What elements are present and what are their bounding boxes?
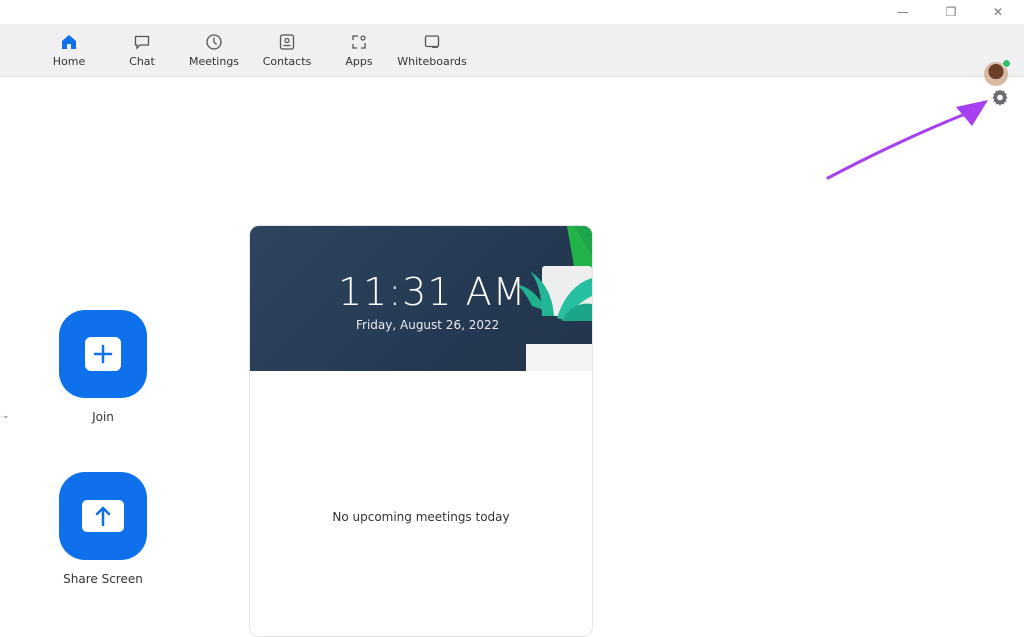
upload-arrow-icon — [82, 500, 124, 532]
whiteboard-icon — [422, 32, 442, 52]
tab-label: Home — [52, 55, 86, 68]
close-icon: ✕ — [992, 5, 1004, 19]
join-button[interactable] — [59, 310, 147, 398]
apps-icon — [349, 32, 369, 52]
share-screen-button[interactable] — [59, 472, 147, 560]
contact-card-icon — [277, 32, 297, 52]
no-meetings-message: No upcoming meetings today — [332, 510, 510, 524]
current-date: Friday, August 26, 2022 — [356, 318, 500, 332]
minimize-button[interactable]: — — [888, 2, 918, 22]
chevron-down-icon: ⌄ — [2, 411, 10, 421]
restore-icon: ❐ — [945, 5, 957, 19]
tab-label: Contacts — [262, 55, 312, 68]
title-bar: — ❐ ✕ — [0, 0, 1024, 24]
tab-label: Apps — [345, 55, 373, 68]
annotation-arrow — [826, 100, 988, 180]
chat-icon — [132, 32, 152, 52]
join-label: Join — [92, 410, 114, 424]
plus-icon — [85, 337, 121, 371]
close-button[interactable]: ✕ — [983, 2, 1013, 22]
expand-sidebar-toggle[interactable]: ⌄ — [2, 411, 10, 421]
minimize-icon: — — [897, 5, 909, 19]
share-screen-action: Share Screen — [43, 472, 163, 586]
join-action: Join — [43, 310, 163, 424]
restore-button[interactable]: ❐ — [936, 2, 966, 22]
tab-meetings[interactable]: Meetings — [174, 32, 254, 68]
tab-whiteboards[interactable]: Whiteboards — [392, 32, 472, 68]
clock-banner: 11:31 AM Friday, August 26, 2022 — [250, 226, 592, 371]
tab-label: Chat — [129, 55, 155, 68]
current-time: 11:31 AM — [338, 270, 527, 314]
tab-label: Meetings — [188, 55, 240, 68]
tab-apps[interactable]: Apps — [319, 32, 399, 68]
clock-icon — [204, 32, 224, 52]
tab-contacts[interactable]: Contacts — [247, 32, 327, 68]
share-screen-label: Share Screen — [63, 572, 143, 586]
presence-status-dot — [1002, 59, 1011, 68]
tab-chat[interactable]: Chat — [102, 32, 182, 68]
tab-home[interactable]: Home — [29, 32, 109, 68]
home-icon — [59, 32, 79, 52]
top-navigation: Home Chat Meetings Contacts Apps Whitebo… — [0, 24, 1024, 86]
upcoming-meetings-card: 11:31 AM Friday, August 26, 2022 No upco… — [249, 225, 593, 637]
tab-label: Whiteboards — [397, 55, 467, 68]
